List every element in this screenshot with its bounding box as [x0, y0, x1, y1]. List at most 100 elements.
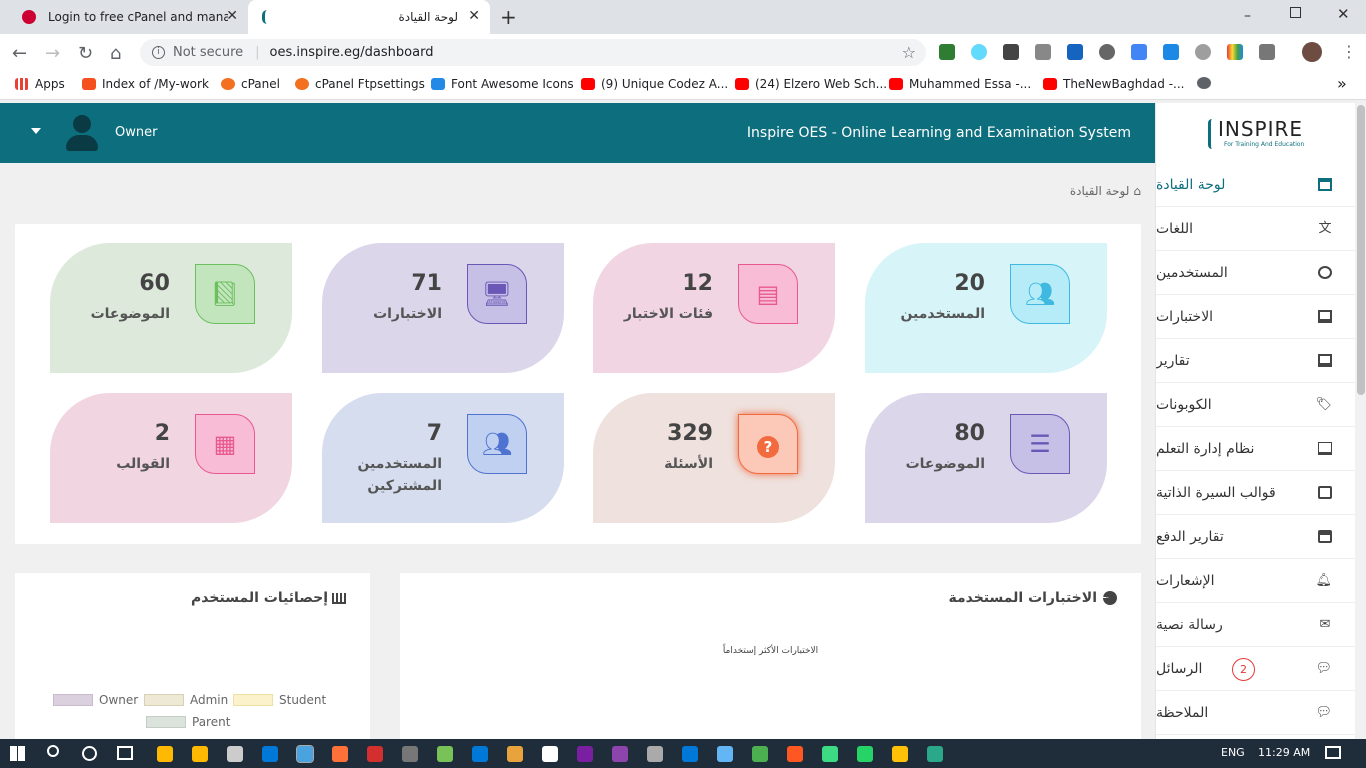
taskbar-app-icon[interactable] [472, 746, 488, 762]
legend-owner[interactable]: Owner [53, 693, 138, 707]
legend-student[interactable]: Student [233, 693, 326, 707]
stat-card[interactable]: 80 الموضوعات ☰ [865, 393, 1107, 523]
taskbar-app-icon[interactable] [192, 746, 208, 762]
sidebar-item-users[interactable]: المستخدمين [1156, 251, 1355, 295]
sidebar-item-messages[interactable]: 💬︎ الرسائل 2 [1156, 647, 1355, 691]
browser-tab-cpanel[interactable]: Login to free cPanel and manage ✕ [8, 0, 248, 34]
stat-card[interactable]: 60 الموضوعات 📗︎ [50, 243, 292, 373]
extension-icon[interactable] [1259, 44, 1275, 60]
stat-card[interactable]: 20 المستخدمين 👥︎ [865, 243, 1107, 373]
taskbar-app-icon[interactable] [437, 746, 453, 762]
bookmark-item[interactable]: TheNewBaghdad -... [1043, 77, 1184, 91]
cortana-icon[interactable] [82, 746, 97, 761]
extension-icon[interactable] [1035, 44, 1051, 60]
sidebar-item-lms[interactable]: نظام إدارة التعلم [1156, 427, 1355, 471]
extension-icon[interactable] [971, 44, 987, 60]
taskbar-app-icon[interactable] [367, 746, 383, 762]
taskbar-app-icon[interactable] [507, 746, 523, 762]
home-icon[interactable]: ⌂ [110, 43, 121, 64]
stat-card[interactable]: 329 الأسئلة? [593, 393, 835, 523]
user-name[interactable]: Owner [115, 125, 157, 140]
extension-icon[interactable] [1099, 44, 1115, 60]
taskbar-app-icon[interactable] [752, 746, 768, 762]
more-bookmarks-icon[interactable]: » [1337, 74, 1347, 93]
extension-icon[interactable] [1003, 44, 1019, 60]
legend-admin[interactable]: Admin [144, 693, 228, 707]
stat-card[interactable]: 71 الاختبارات 🖥︎ [322, 243, 564, 373]
task-view-icon[interactable] [117, 746, 133, 760]
bookmark-item[interactable]: (24) Elzero Web Sch... [735, 77, 887, 91]
windows-start-icon[interactable] [10, 746, 25, 761]
forward-icon[interactable]: → [45, 43, 60, 64]
menu-icon[interactable]: ⋮ [1341, 42, 1357, 61]
close-tab-icon[interactable]: ✕ [226, 8, 238, 24]
legend-parent[interactable]: Parent [146, 715, 230, 729]
taskbar-app-icon[interactable] [647, 746, 663, 762]
stat-card[interactable]: 7 المستخدمين المشتركين 👥︎ [322, 393, 564, 523]
new-tab-button[interactable]: + [500, 5, 517, 29]
sidebar-item-dashboard[interactable]: لوحة القيادة [1156, 163, 1355, 207]
extension-icon[interactable] [1067, 44, 1083, 60]
taskbar-app-icon[interactable] [857, 746, 873, 762]
taskbar-app-icon[interactable] [262, 746, 278, 762]
bookmark-item[interactable]: Font Awesome Icons [431, 77, 574, 91]
reload-icon[interactable]: ↻ [78, 43, 93, 64]
taskbar-app-icon[interactable] [402, 746, 418, 762]
taskbar-app-icon[interactable] [892, 746, 908, 762]
sidebar-item-notifications[interactable]: 🔔︎ الإشعارات [1156, 559, 1355, 603]
sidebar-item-cv-templates[interactable]: قوالب السيرة الذاتية [1156, 471, 1355, 515]
user-circle-icon [1318, 266, 1332, 279]
action-center-icon[interactable] [1325, 746, 1341, 759]
bookmark-apps[interactable]: Apps [15, 77, 65, 91]
restore-window-icon[interactable] [1290, 7, 1301, 18]
input-language[interactable]: ENG [1221, 746, 1245, 759]
sidebar-item-payment-reports[interactable]: تقارير الدفع [1156, 515, 1355, 559]
taskbar-app-icon[interactable] [332, 746, 348, 762]
home-icon[interactable]: ⌂ [1133, 184, 1141, 198]
user-dropdown-caret-icon[interactable] [31, 128, 41, 134]
extension-icon[interactable] [1131, 44, 1147, 60]
stat-card[interactable]: 12 فئات الاختبار ▤ [593, 243, 835, 373]
stat-card[interactable]: 2 القوالب ▦ [50, 393, 292, 523]
taskbar-app-icon[interactable] [682, 746, 698, 762]
taskbar-app-icon[interactable] [717, 746, 733, 762]
taskbar-app-icon[interactable] [927, 746, 943, 762]
bookmark-star-icon[interactable]: ☆ [902, 43, 916, 62]
taskbar-app-icon[interactable] [227, 746, 243, 762]
extension-icon[interactable] [1227, 44, 1243, 60]
sidebar-item-quizzes[interactable]: الاختبارات [1156, 295, 1355, 339]
sidebar-item-languages[interactable]: 文 اللغات [1156, 207, 1355, 251]
bookmark-item[interactable]: cPanel [221, 77, 280, 91]
address-bar[interactable]: i Not secure | oes.inspire.eg/dashboard … [140, 39, 926, 66]
back-icon[interactable]: ← [12, 43, 27, 64]
taskbar-app-icon[interactable] [542, 746, 558, 762]
taskbar-app-icon[interactable] [296, 745, 314, 763]
search-icon[interactable] [47, 745, 59, 757]
bookmark-item[interactable]: Muhammed Essa -... [889, 77, 1031, 91]
taskbar-app-icon[interactable] [822, 746, 838, 762]
taskbar-app-icon[interactable] [157, 746, 173, 762]
taskbar-app-icon[interactable] [612, 746, 628, 762]
scrollbar-thumb[interactable] [1357, 105, 1365, 395]
taskbar-app-icon[interactable] [787, 746, 803, 762]
browser-tab-dashboard[interactable]: لوحة القيادة ✕ [248, 0, 490, 34]
sidebar-item-reports[interactable]: تقارير [1156, 339, 1355, 383]
clock[interactable]: 11:29 AM [1258, 746, 1310, 759]
bookmark-item[interactable]: (9) Unique Codez A... [581, 77, 728, 91]
sidebar-item-sms[interactable]: ✉ رسالة نصية [1156, 603, 1355, 647]
close-tab-icon[interactable]: ✕ [468, 8, 480, 24]
close-window-icon[interactable]: ✕ [1337, 5, 1350, 23]
extension-icon[interactable] [939, 44, 955, 60]
profile-avatar-icon[interactable] [1302, 42, 1322, 62]
minimize-window-icon[interactable]: – [1244, 8, 1251, 24]
extension-icon[interactable] [1195, 44, 1211, 60]
bookmark-item[interactable]: Index of /My-work [82, 77, 209, 91]
sidebar-item-feedback[interactable]: 💬︎ الملاحظة [1156, 691, 1355, 735]
globe-icon[interactable] [1197, 77, 1211, 89]
logo[interactable]: INSPIRE For Training And Education [1208, 117, 1308, 153]
sidebar-item-coupons[interactable]: 🏷 الكوبونات [1156, 383, 1355, 427]
taskbar-app-icon[interactable] [577, 746, 593, 762]
bookmark-item[interactable]: cPanel Ftpsettings [295, 77, 425, 91]
user-avatar-icon[interactable] [66, 115, 98, 151]
extension-icon[interactable] [1163, 44, 1179, 60]
